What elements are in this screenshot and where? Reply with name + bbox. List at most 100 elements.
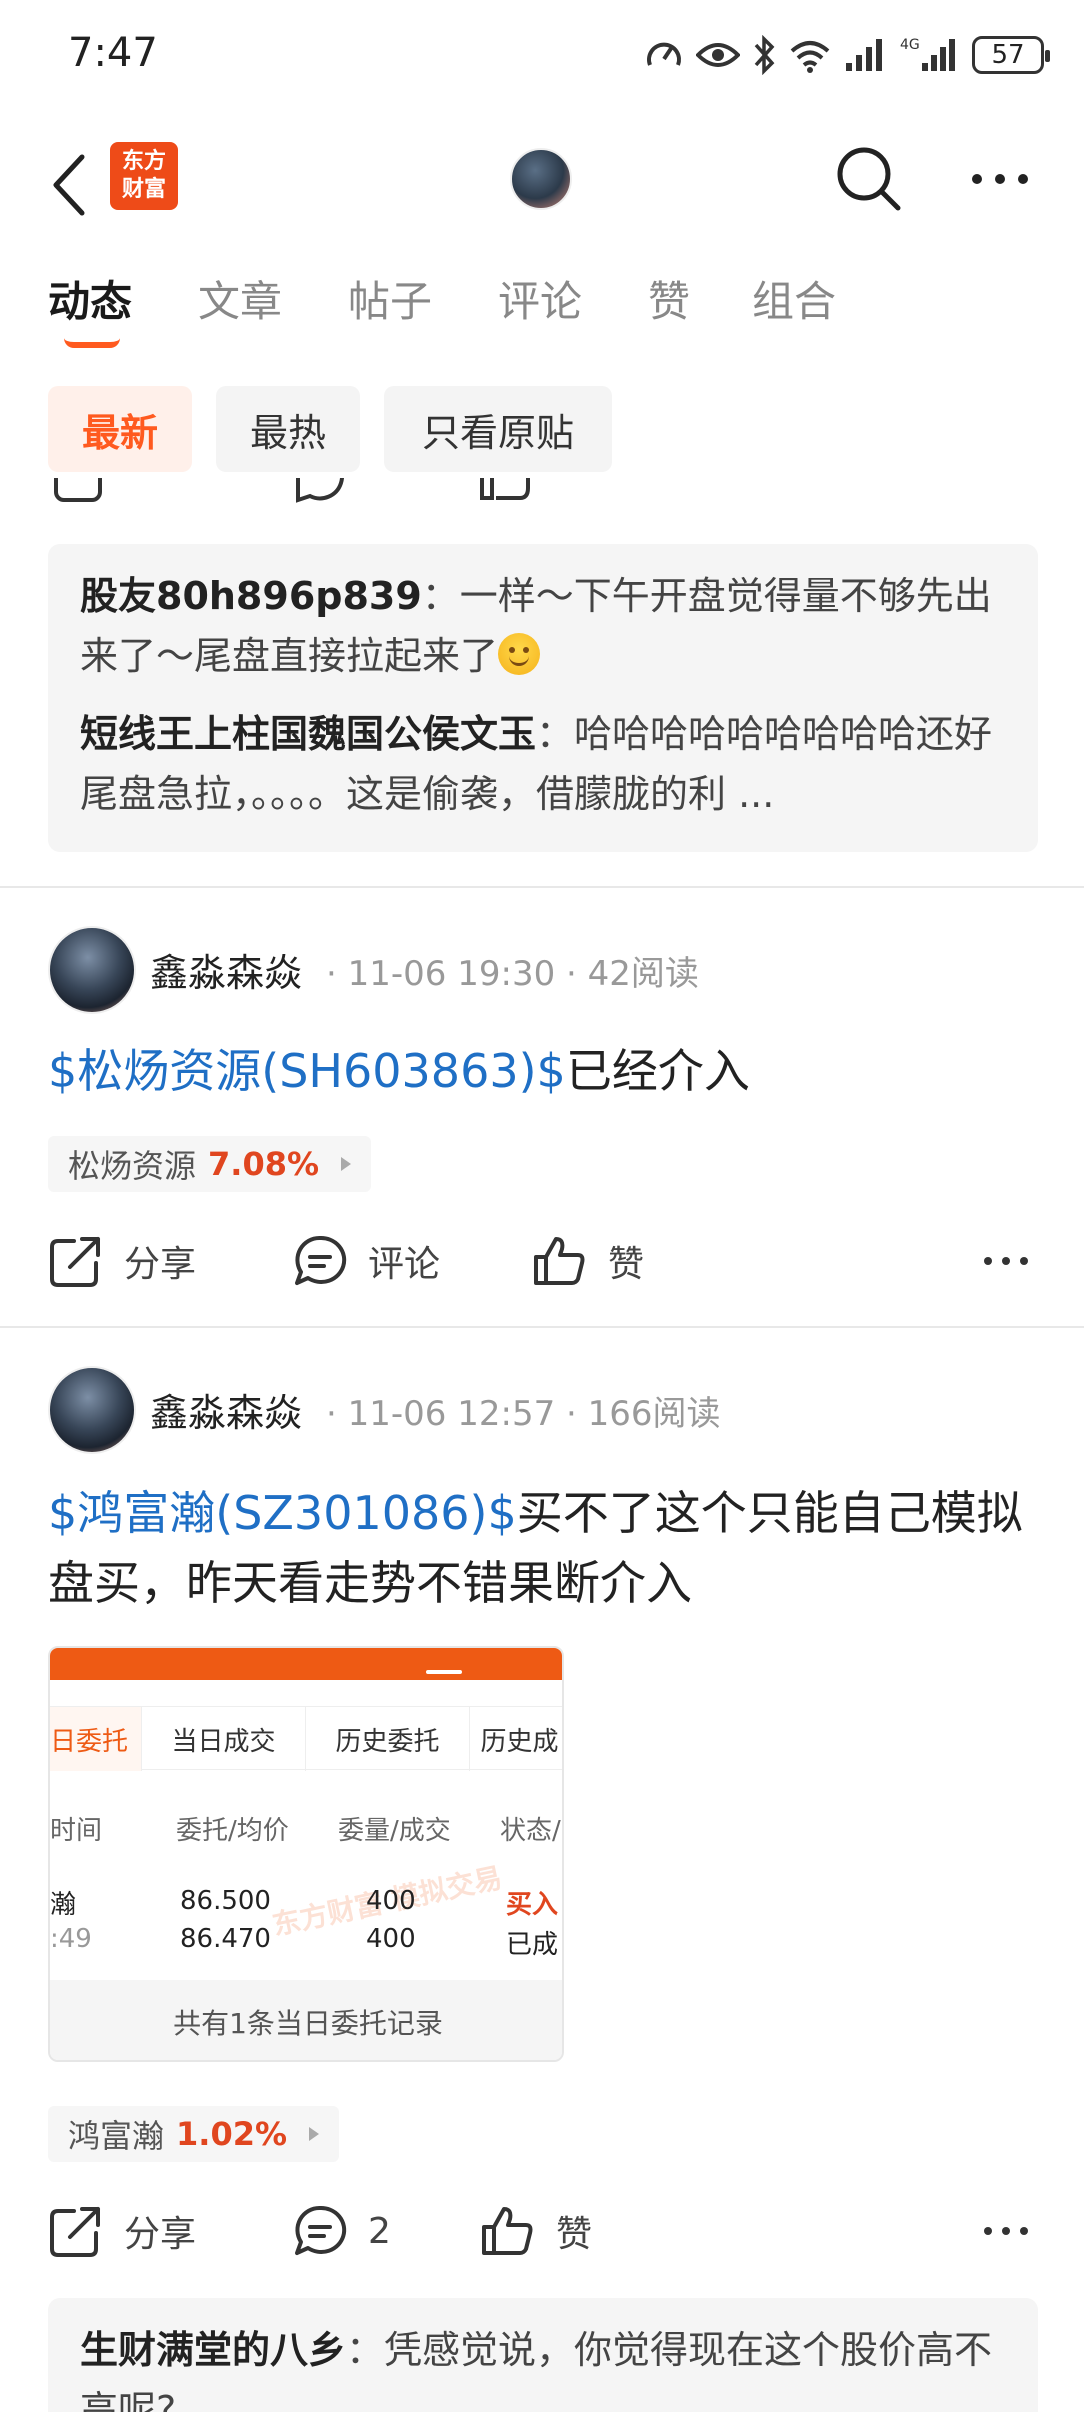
comment-label: 评论	[368, 1244, 441, 1285]
divider	[0, 1326, 1084, 1328]
eye-icon	[696, 43, 740, 67]
logo-line1: 东方	[121, 149, 166, 174]
bluetooth-icon	[754, 35, 775, 75]
back-arrow-icon	[53, 154, 85, 216]
comment-user[interactable]: 股友80h896p839	[80, 574, 422, 618]
stock-link[interactable]: $鸿富瀚(SZ301086)$	[48, 1486, 517, 1540]
profile-tabs: 动态 文章 帖子 评论 赞 组合	[0, 268, 1084, 358]
tab-articles[interactable]: 文章	[198, 268, 282, 329]
profile-avatar[interactable]	[510, 148, 572, 210]
tab-comments[interactable]: 评论	[498, 268, 582, 329]
post-text: 已经介入	[565, 1044, 750, 1098]
post-card: 鑫淼森焱 · 11-06 19:30 · 42阅读 $松炀资源(SH603863…	[0, 926, 1084, 1326]
post-more-button[interactable]	[982, 1226, 1030, 1296]
signal-icon	[846, 39, 882, 71]
image-cell: 瀚	[50, 1890, 77, 1920]
status-bar: 7:47 4G 57	[0, 0, 1084, 110]
like-label: 赞	[556, 2214, 593, 2255]
comment-icon	[295, 2205, 347, 2255]
more-options-button[interactable]	[960, 140, 1040, 218]
post-more-button[interactable]	[982, 2196, 1030, 2266]
back-button[interactable]	[40, 150, 100, 220]
play-triangle-icon	[341, 1157, 352, 1171]
signal-4g-icon: 4G	[900, 37, 955, 71]
comment-button[interactable]: 评论	[292, 1226, 440, 1296]
author-name[interactable]: 鑫淼森焱	[150, 1382, 302, 1437]
post-header: 鑫淼森焱 · 11-06 12:57 · 166阅读	[48, 1366, 1048, 1456]
author-avatar[interactable]	[48, 1366, 136, 1454]
image-tabs: 日委托 当日成交 历史委托 历史成	[50, 1706, 562, 1771]
image-footer: 共有1条当日委托记录	[50, 1980, 562, 2060]
divider	[0, 886, 1084, 888]
post-body[interactable]: $松炀资源(SH603863)$已经介入	[48, 1036, 1048, 1106]
post-meta: · 11-06 19:30 · 42阅读	[326, 954, 699, 994]
stock-change: 1.02%	[176, 2115, 288, 2153]
comment-preview-box[interactable]: 生财满堂的八乡：凭感觉说，你觉得现在这个股价高不高呢?	[48, 2298, 1038, 2412]
tab-posts[interactable]: 帖子	[348, 268, 432, 329]
more-dots-icon	[972, 174, 1028, 184]
more-dots-icon	[984, 2227, 1028, 2235]
image-cell: :49	[50, 1924, 92, 1954]
filter-latest[interactable]: 最新	[48, 386, 192, 472]
share-icon	[50, 1237, 100, 1287]
share-button[interactable]: 分享	[48, 2196, 196, 2266]
header: 东方 财富	[0, 130, 1084, 240]
image-col-header: 委量/成交	[338, 1816, 451, 1846]
image-cell: 86.500	[180, 1886, 271, 1916]
status-icons: 4G 57	[644, 30, 1050, 80]
comment-user[interactable]: 短线王上柱国魏国公侯文玉	[80, 712, 536, 756]
image-cell: 买入	[506, 1890, 559, 1920]
comment-preview-box[interactable]: 股友80h896p839：一样～下午开盘觉得量不够先出来了～尾盘直接拉起来了 短…	[48, 544, 1038, 852]
stock-name: 松炀资源	[68, 1147, 197, 1185]
image-cell: 已成	[506, 1930, 559, 1960]
speed-icon	[647, 42, 681, 66]
share-button[interactable]: 分享	[48, 1226, 196, 1296]
like-icon	[482, 2207, 533, 2255]
tab-likes[interactable]: 赞	[648, 268, 690, 329]
play-triangle-icon	[309, 2127, 320, 2141]
search-button[interactable]	[830, 140, 908, 218]
post-card: 鑫淼森焱 · 11-06 12:57 · 166阅读 $鸿富瀚(SZ301086…	[0, 1366, 1084, 2296]
filter-hot[interactable]: 最热	[216, 386, 360, 472]
app-logo[interactable]: 东方 财富	[110, 142, 178, 210]
post-image[interactable]: 日委托 当日成交 历史委托 历史成 时间 委托/均价 委量/成交 状态/ 东方财…	[48, 1646, 564, 2062]
image-tab: 当日成交	[142, 1707, 306, 1771]
comment-icon	[296, 478, 344, 503]
logo-line2: 财富	[121, 177, 166, 202]
image-col-header: 状态/	[500, 1816, 561, 1846]
like-label: 赞	[608, 1244, 645, 1285]
stock-change: 7.08%	[208, 1145, 320, 1183]
tab-dynamic[interactable]: 动态	[48, 268, 132, 329]
stock-name: 鸿富瀚	[68, 2117, 165, 2155]
comment-separator: ：	[346, 2328, 385, 2372]
comment-item: 生财满堂的八乡：凭感觉说，你觉得现在这个股价高不高呢?	[80, 2320, 1006, 2412]
share-icon	[50, 2207, 100, 2257]
like-icon	[534, 1237, 585, 1285]
image-tab: 历史成	[470, 1707, 562, 1771]
comment-user[interactable]: 生财满堂的八乡	[80, 2328, 346, 2372]
author-avatar[interactable]	[48, 926, 136, 1014]
stock-tag[interactable]: 松炀资源 7.08%	[48, 1136, 372, 1192]
previous-post-actions	[0, 478, 1084, 508]
post-actions: 分享 评论 赞	[48, 1226, 1048, 1296]
stock-link[interactable]: $松炀资源(SH603863)$	[48, 1044, 566, 1098]
author-name[interactable]: 鑫淼森焱	[150, 942, 302, 997]
share-icon	[54, 478, 102, 502]
image-top-bar	[50, 1648, 562, 1680]
like-button[interactable]: 赞	[480, 2196, 592, 2266]
smile-emoji-icon	[498, 633, 541, 675]
filter-original-only[interactable]: 只看原贴	[384, 386, 612, 472]
image-cell: 400	[366, 1886, 416, 1916]
wifi-icon	[790, 41, 830, 73]
tab-portfolio[interactable]: 组合	[752, 268, 836, 329]
stock-tag[interactable]: 鸿富瀚 1.02%	[48, 2106, 340, 2162]
like-button[interactable]: 赞	[532, 1226, 644, 1296]
comment-button[interactable]: 2	[292, 2196, 391, 2266]
post-body[interactable]: $鸿富瀚(SZ301086)$买不了这个只能自己模拟盘买，昨天看走势不错果断介入	[48, 1478, 1048, 1618]
post-actions: 分享 2 赞	[48, 2196, 1048, 2266]
status-time: 7:47	[68, 30, 158, 76]
image-cell: 400	[366, 1924, 416, 1954]
comment-separator: ：	[536, 712, 575, 756]
image-cell: 86.470	[180, 1924, 271, 1954]
post-header: 鑫淼森焱 · 11-06 19:30 · 42阅读	[48, 926, 1048, 1016]
